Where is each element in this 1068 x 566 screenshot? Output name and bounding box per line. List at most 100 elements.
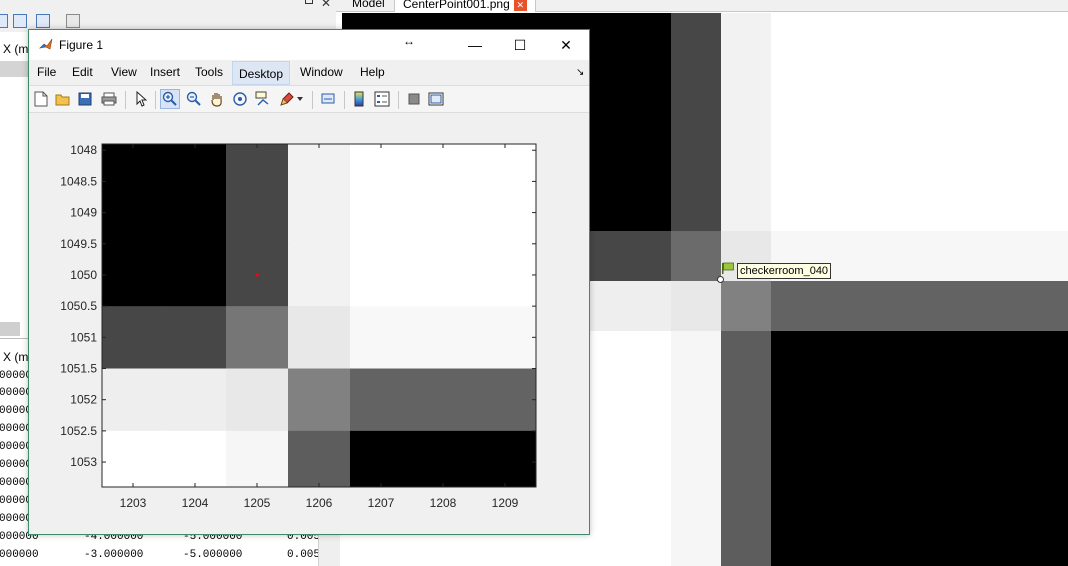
show-plot-tools-icon[interactable] bbox=[426, 89, 446, 109]
heatmap-cell bbox=[474, 243, 537, 307]
open-file-icon[interactable] bbox=[53, 89, 73, 109]
restore-icon[interactable] bbox=[305, 0, 313, 4]
dock-arrow-icon[interactable]: ↘ bbox=[576, 67, 584, 78]
heatmap-cell bbox=[474, 430, 537, 488]
move-cursor-icon: ↔ bbox=[403, 34, 415, 48]
image-region-dark-column bbox=[671, 13, 721, 231]
heatmap-axes[interactable]: 1048 1048.5 1049 1049.5 1050 1050.5 1051 1051.5… bbox=[29, 114, 589, 534]
heatmap-cell bbox=[288, 430, 351, 488]
brush-icon[interactable] bbox=[277, 89, 297, 109]
y-tick-label: 1053 bbox=[70, 455, 97, 469]
heatmap-cell bbox=[350, 368, 413, 432]
data-cursor-icon[interactable] bbox=[253, 89, 273, 109]
y-tick-label: 1049.5 bbox=[60, 237, 97, 251]
tab-model[interactable]: Model bbox=[344, 0, 393, 12]
zoom-out-icon[interactable] bbox=[184, 89, 204, 109]
x-tick-label: 1204 bbox=[182, 496, 209, 510]
close-icon[interactable]: ✕ bbox=[321, 0, 331, 10]
plot-area[interactable]: 1048 1048.5 1049 1049.5 1050 1050.5 1051 1051.5… bbox=[29, 114, 589, 534]
y-tick-label: 1050 bbox=[70, 268, 97, 282]
y-tick-label: 1050.5 bbox=[60, 299, 97, 313]
table-icon[interactable] bbox=[0, 14, 8, 28]
y-tick-label: 1049 bbox=[70, 206, 97, 220]
heatmap-cell bbox=[226, 144, 289, 245]
image-region-white-top-right bbox=[771, 13, 1068, 231]
menu-window[interactable]: Window bbox=[296, 65, 347, 79]
tools-icon[interactable] bbox=[66, 14, 80, 28]
menu-desktop[interactable]: Desktop bbox=[232, 61, 291, 85]
heatmap-cell bbox=[226, 368, 289, 432]
heatmap-cell bbox=[474, 368, 537, 432]
heatmap-cell bbox=[102, 368, 165, 432]
column-header-x[interactable]: X (m bbox=[3, 42, 28, 56]
image-region-mid-column bbox=[721, 331, 771, 566]
toolbar-separator bbox=[344, 91, 345, 109]
flag-icon[interactable] bbox=[721, 262, 735, 274]
point-label[interactable]: checkerroom_040 bbox=[737, 263, 832, 279]
print-icon[interactable] bbox=[99, 89, 119, 109]
matlab-logo-icon bbox=[39, 38, 53, 50]
desktop-root: ✕ X (m X (m 000000 000000 000000 000000 0000… bbox=[0, 0, 1068, 566]
edit-plot-icon[interactable] bbox=[131, 89, 151, 109]
minimize-button[interactable]: — bbox=[452, 30, 498, 60]
image-region-mid-row bbox=[771, 281, 1068, 331]
pan-hand-icon[interactable] bbox=[207, 89, 227, 109]
new-figure-icon[interactable] bbox=[31, 89, 51, 109]
selected-row[interactable] bbox=[0, 61, 30, 77]
figure-window[interactable]: Figure 1 ↔ — ☐ ✕ File Edit View Insert T… bbox=[28, 29, 590, 535]
y-tick-label: 1051.5 bbox=[60, 362, 97, 376]
heatmap-cell bbox=[164, 243, 227, 307]
y-tick-label: 1052.5 bbox=[60, 424, 97, 438]
heatmap-cell bbox=[226, 430, 289, 488]
heatmap-cell bbox=[350, 430, 413, 488]
heatmap-cell bbox=[164, 368, 227, 432]
colorbar-icon[interactable] bbox=[349, 89, 369, 109]
heatmap-cell bbox=[412, 368, 475, 432]
x-tick-label: 1205 bbox=[244, 496, 271, 510]
x-tick-label: 1207 bbox=[368, 496, 395, 510]
hide-plot-tools-icon[interactable] bbox=[404, 89, 424, 109]
center-point-marker bbox=[255, 273, 259, 277]
heatmap-cell bbox=[288, 306, 351, 370]
table-row[interactable]: 000000 -3.000000 -5.000000 0.0050 bbox=[0, 547, 336, 565]
heatmap-cell bbox=[412, 144, 475, 245]
point-marker[interactable] bbox=[717, 276, 724, 283]
maximize-button[interactable]: ☐ bbox=[497, 30, 543, 60]
menu-edit[interactable]: Edit bbox=[68, 65, 97, 79]
heatmap-cell bbox=[412, 306, 475, 370]
image-region-light-column bbox=[721, 13, 771, 231]
save-icon[interactable] bbox=[75, 89, 95, 109]
grid-icon[interactable] bbox=[13, 14, 27, 28]
scrollbar-thumb[interactable] bbox=[0, 322, 20, 336]
menu-file[interactable]: File bbox=[33, 65, 60, 79]
brush-dropdown-icon[interactable] bbox=[295, 89, 305, 109]
chart-icon[interactable] bbox=[36, 14, 50, 28]
heatmap-cell bbox=[350, 144, 413, 245]
zoom-in-icon[interactable] bbox=[160, 89, 180, 109]
heatmap-cell bbox=[102, 306, 165, 370]
figure-title-bar[interactable]: Figure 1 ↔ — ☐ ✕ bbox=[29, 30, 589, 60]
column-header-x-lower[interactable]: X (m bbox=[3, 350, 28, 364]
y-tick-label: 1048 bbox=[70, 143, 97, 157]
x-tick-label: 1206 bbox=[306, 496, 333, 510]
close-button[interactable]: ✕ bbox=[543, 30, 589, 60]
menu-view[interactable]: View bbox=[107, 65, 141, 79]
link-plot-icon[interactable] bbox=[318, 89, 338, 109]
image-region-mid-cell bbox=[721, 281, 771, 331]
menu-help[interactable]: Help bbox=[356, 65, 389, 79]
rotate-3d-icon[interactable] bbox=[230, 89, 250, 109]
tab-centerpoint[interactable]: CenterPoint001.png ✕ bbox=[394, 0, 536, 12]
heatmap-cell bbox=[288, 243, 351, 307]
heatmap-cell bbox=[288, 368, 351, 432]
table-cell: 000000 bbox=[0, 549, 39, 561]
heatmap-cell bbox=[350, 243, 413, 307]
x-tick-label: 1203 bbox=[120, 496, 147, 510]
menu-insert[interactable]: Insert bbox=[146, 65, 184, 79]
heatmap-cell bbox=[102, 430, 165, 488]
tab-centerpoint-label: CenterPoint001.png bbox=[403, 0, 510, 11]
viewer-tab-bar: Model CenterPoint001.png ✕ bbox=[336, 0, 1068, 12]
tab-close-icon[interactable]: ✕ bbox=[513, 0, 527, 11]
heatmap-cell bbox=[474, 144, 537, 245]
legend-icon[interactable] bbox=[372, 89, 392, 109]
menu-tools[interactable]: Tools bbox=[191, 65, 227, 79]
